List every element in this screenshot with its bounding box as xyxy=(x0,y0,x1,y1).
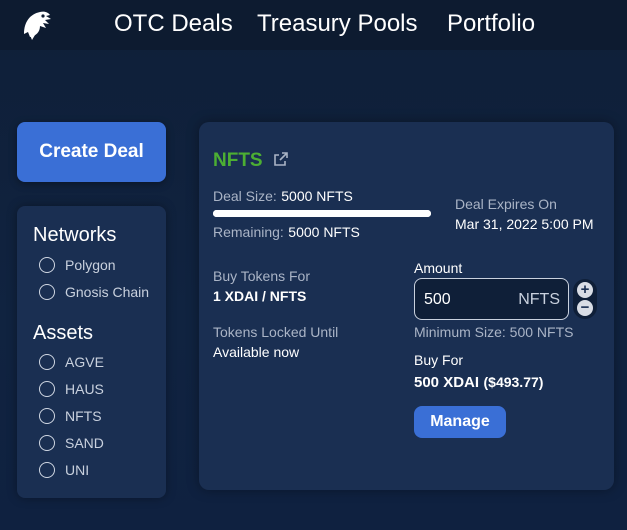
expires-value: Mar 31, 2022 5:00 PM xyxy=(455,216,594,232)
filter-option-label: Gnosis Chain xyxy=(65,284,150,300)
remaining-progress-fill xyxy=(213,210,431,217)
buy-for-label: Buy For xyxy=(414,352,464,368)
filter-option-label: Polygon xyxy=(65,257,116,273)
buy-for-row: 500 XDAI ($493.77) xyxy=(414,374,543,392)
nav-portfolio[interactable]: Portfolio xyxy=(447,10,535,38)
radio-button[interactable] xyxy=(39,381,55,397)
radio-button[interactable] xyxy=(39,354,55,370)
nav-otc-deals[interactable]: OTC Deals xyxy=(114,10,233,38)
minimum-size-text: Minimum Size: 500 NFTS xyxy=(414,324,574,340)
locked-value: Available now xyxy=(213,344,300,360)
filter-asset-sand[interactable]: SAND xyxy=(39,434,104,452)
filter-panel: Networks Polygon Gnosis Chain Assets AGV… xyxy=(17,206,166,498)
decrement-button[interactable]: − xyxy=(577,300,593,316)
amount-stepper: + − xyxy=(573,279,597,319)
filter-option-label: SAND xyxy=(65,435,104,451)
remaining-row: Remaining: 5000 NFTS xyxy=(213,224,360,242)
radio-button[interactable] xyxy=(39,462,55,478)
expires-label: Deal Expires On xyxy=(455,196,557,212)
filter-option-label: NFTS xyxy=(65,408,102,424)
radio-button[interactable] xyxy=(39,408,55,424)
amount-label: Amount xyxy=(414,260,463,276)
buy-tokens-value: 1 XDAI / NFTS xyxy=(213,288,307,304)
remaining-label: Remaining: xyxy=(213,224,284,240)
filter-network-polygon[interactable]: Polygon xyxy=(39,256,116,274)
filter-network-gnosis-chain[interactable]: Gnosis Chain xyxy=(39,283,149,301)
deal-size-label: Deal Size: xyxy=(213,188,277,204)
filter-asset-nfts[interactable]: NFTS xyxy=(39,407,102,425)
main-nav: OTC Deals Treasury Pools Portfolio xyxy=(0,10,627,42)
filter-option-label: UNI xyxy=(65,462,90,478)
amount-input-value[interactable]: 500 xyxy=(424,291,451,309)
filter-asset-haus[interactable]: HAUS xyxy=(39,380,104,398)
filter-asset-uni[interactable]: UNI xyxy=(39,461,89,479)
buy-for-usd: ($493.77) xyxy=(483,374,544,390)
increment-button[interactable]: + xyxy=(577,282,593,298)
deal-token-title[interactable]: NFTS xyxy=(213,150,263,172)
locked-label: Tokens Locked Until xyxy=(213,324,339,340)
radio-button[interactable] xyxy=(39,435,55,451)
remaining-progress-bar xyxy=(213,210,431,217)
radio-button[interactable] xyxy=(39,257,55,273)
external-link-icon[interactable] xyxy=(273,151,289,167)
buy-tokens-label: Buy Tokens For xyxy=(213,268,311,284)
nav-treasury-pools[interactable]: Treasury Pools xyxy=(257,10,418,38)
deal-card: NFTS Deal Size: 5000 NFTS Remaining: 500… xyxy=(199,122,614,490)
deal-size-row: Deal Size: 5000 NFTS xyxy=(213,188,353,206)
amount-input[interactable]: 500 NFTS xyxy=(414,278,569,320)
filter-option-label: AGVE xyxy=(65,354,104,370)
buy-for-value: 500 XDAI xyxy=(414,374,480,391)
amount-unit: NFTS xyxy=(518,291,560,308)
filter-option-label: HAUS xyxy=(65,381,104,397)
remaining-value: 5000 NFTS xyxy=(288,224,360,240)
top-bar: OTC Deals Treasury Pools Portfolio xyxy=(0,0,627,50)
filter-asset-agve[interactable]: AGVE xyxy=(39,353,104,371)
networks-heading: Networks xyxy=(33,224,117,246)
assets-heading: Assets xyxy=(33,322,94,344)
radio-button[interactable] xyxy=(39,284,55,300)
create-deal-button[interactable]: Create Deal xyxy=(17,122,166,182)
manage-button[interactable]: Manage xyxy=(414,406,506,438)
deal-size-value: 5000 NFTS xyxy=(281,188,353,204)
